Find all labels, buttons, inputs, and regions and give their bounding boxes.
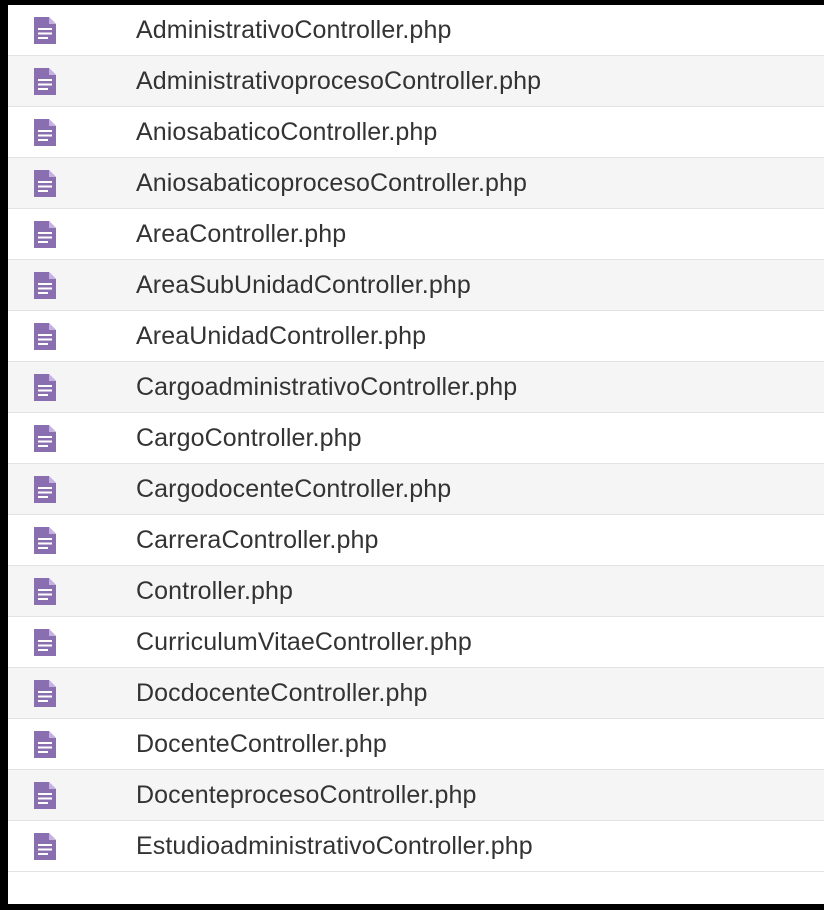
- file-row[interactable]: AreaUnidadController.php: [8, 311, 824, 362]
- file-name-link[interactable]: CargoadministrativoController.php: [136, 373, 517, 402]
- document-icon: [34, 221, 56, 248]
- file-list-panel: AdministrativoController.php Administrat…: [8, 5, 824, 904]
- document-icon: [34, 374, 56, 401]
- file-name-link[interactable]: AreaController.php: [136, 220, 346, 249]
- file-name-link[interactable]: DocenteprocesoController.php: [136, 781, 477, 810]
- document-icon: [34, 476, 56, 503]
- file-row[interactable]: CurriculumVitaeController.php: [8, 617, 824, 668]
- file-name-link[interactable]: DocenteController.php: [136, 730, 387, 759]
- file-row[interactable]: CarreraController.php: [8, 515, 824, 566]
- file-row[interactable]: Controller.php: [8, 566, 824, 617]
- file-row[interactable]: AdministrativoController.php: [8, 5, 824, 56]
- document-icon: [34, 68, 56, 95]
- document-icon: [34, 323, 56, 350]
- file-name-link[interactable]: DocdocenteController.php: [136, 679, 427, 708]
- file-name-link[interactable]: AniosabaticoprocesoController.php: [136, 169, 527, 198]
- file-name-link[interactable]: CurriculumVitaeController.php: [136, 628, 472, 657]
- file-name-link[interactable]: Controller.php: [136, 577, 293, 606]
- file-row[interactable]: AniosabaticoprocesoController.php: [8, 158, 824, 209]
- document-icon: [34, 17, 56, 44]
- document-icon: [34, 629, 56, 656]
- file-name-link[interactable]: AdministrativoController.php: [136, 16, 451, 45]
- file-row[interactable]: AreaSubUnidadController.php: [8, 260, 824, 311]
- document-icon: [34, 170, 56, 197]
- document-icon: [34, 782, 56, 809]
- document-icon: [34, 272, 56, 299]
- file-row[interactable]: CargoadministrativoController.php: [8, 362, 824, 413]
- document-icon: [34, 731, 56, 758]
- file-name-link[interactable]: CargoController.php: [136, 424, 362, 453]
- file-name-link[interactable]: CarreraController.php: [136, 526, 379, 555]
- file-row[interactable]: CargoController.php: [8, 413, 824, 464]
- file-name-link[interactable]: AreaSubUnidadController.php: [136, 271, 471, 300]
- file-name-link[interactable]: EstudioadministrativoController.php: [136, 832, 533, 861]
- file-row[interactable]: AniosabaticoController.php: [8, 107, 824, 158]
- file-row[interactable]: AreaController.php: [8, 209, 824, 260]
- file-row[interactable]: CargodocenteController.php: [8, 464, 824, 515]
- file-row[interactable]: DocdocenteController.php: [8, 668, 824, 719]
- file-name-link[interactable]: AdministrativoprocesoController.php: [136, 67, 541, 96]
- file-name-link[interactable]: AniosabaticoController.php: [136, 118, 437, 147]
- document-icon: [34, 833, 56, 860]
- file-row[interactable]: AdministrativoprocesoController.php: [8, 56, 824, 107]
- document-icon: [34, 527, 56, 554]
- file-row[interactable]: DocenteprocesoController.php: [8, 770, 824, 821]
- file-name-link[interactable]: CargodocenteController.php: [136, 475, 451, 504]
- file-row[interactable]: DocenteController.php: [8, 719, 824, 770]
- document-icon: [34, 680, 56, 707]
- document-icon: [34, 425, 56, 452]
- document-icon: [34, 578, 56, 605]
- file-name-link[interactable]: AreaUnidadController.php: [136, 322, 426, 351]
- document-icon: [34, 119, 56, 146]
- file-row[interactable]: EstudioadministrativoController.php: [8, 821, 824, 872]
- file-list: AdministrativoController.php Administrat…: [8, 5, 824, 872]
